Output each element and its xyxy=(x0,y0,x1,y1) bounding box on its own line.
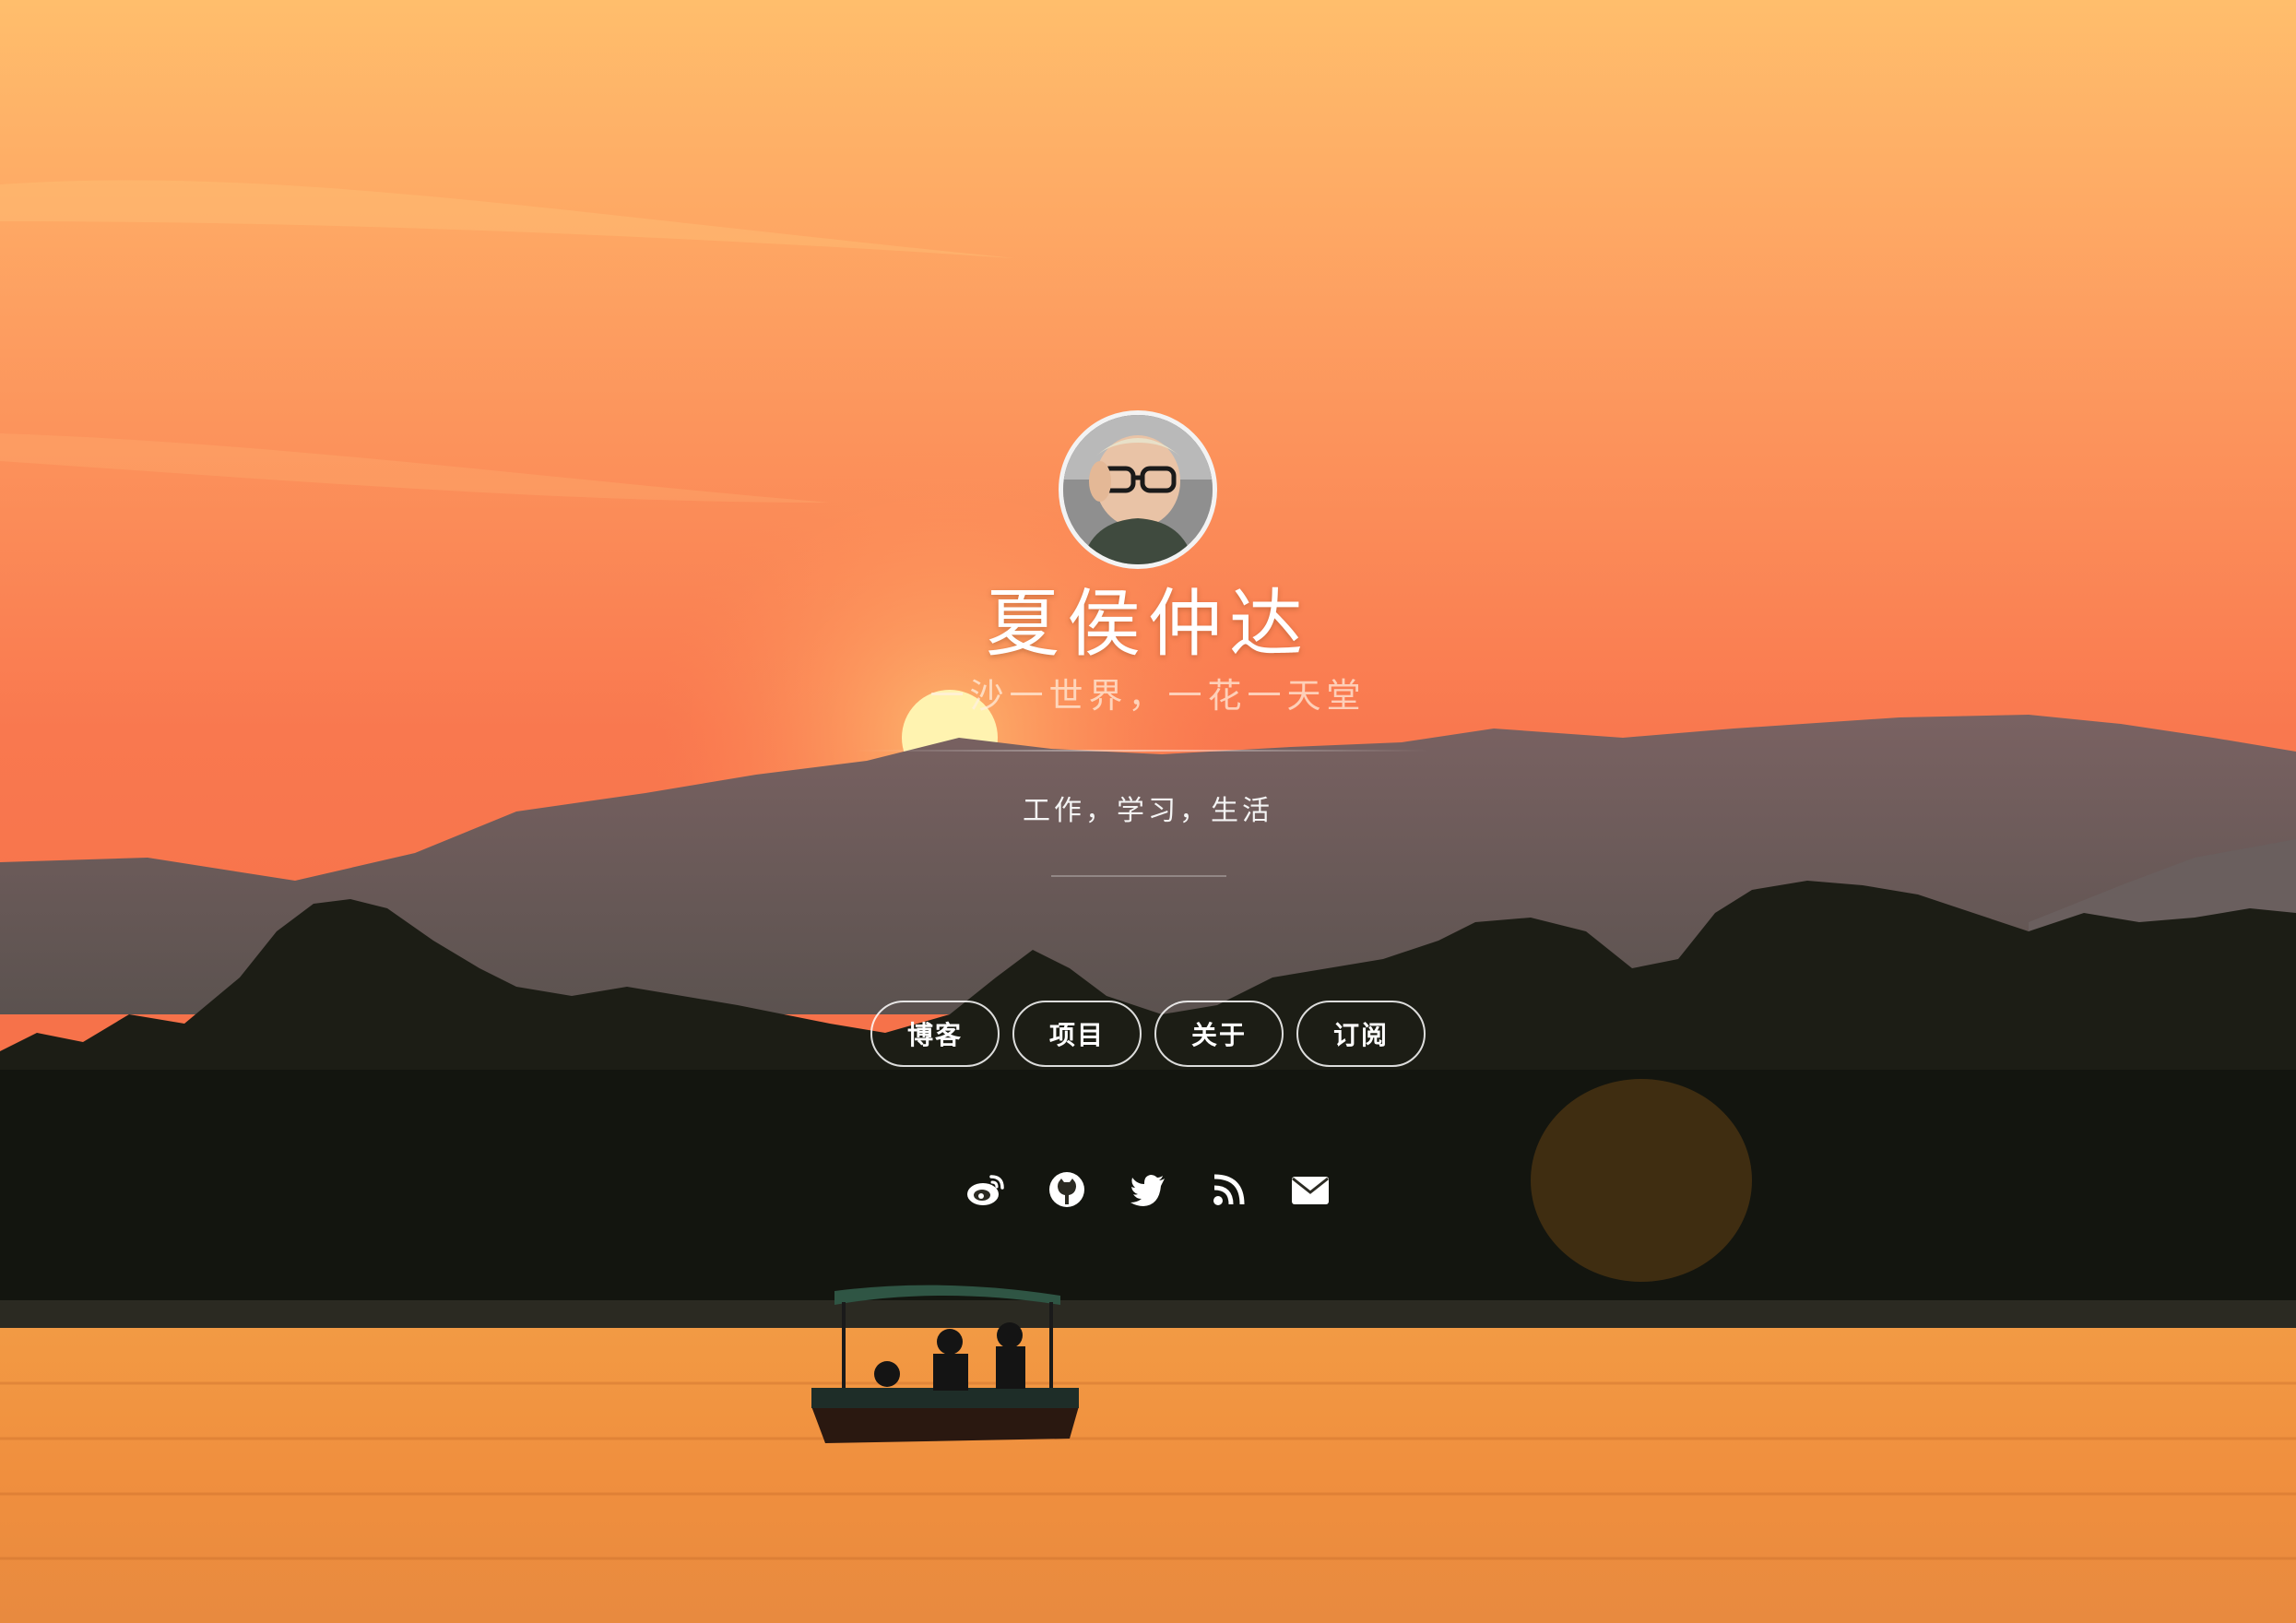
nav-subscribe-button[interactable]: 订阅 xyxy=(1296,1001,1426,1067)
weibo-icon[interactable] xyxy=(965,1169,1006,1210)
site-description: 工作，学习，生活 xyxy=(1023,795,1273,827)
divider xyxy=(853,750,1429,752)
social-links xyxy=(0,1169,2296,1210)
site-title: 夏侯仲达 xyxy=(986,581,1310,667)
profile-hero: 夏侯仲达 一沙一世界，一花一天堂 工作，学习，生活 博客 项目 关于 订阅 xyxy=(0,0,2296,1623)
nav-blog-button[interactable]: 博客 xyxy=(870,1001,1000,1067)
main-nav: 博客 项目 关于 订阅 xyxy=(0,1001,2296,1067)
rss-icon[interactable] xyxy=(1209,1169,1249,1210)
email-icon[interactable] xyxy=(1290,1169,1331,1210)
site-motto: 一沙一世界，一花一天堂 xyxy=(929,676,1367,716)
divider-short xyxy=(1051,875,1226,877)
nav-projects-button[interactable]: 项目 xyxy=(1012,1001,1142,1067)
twitter-icon[interactable] xyxy=(1128,1169,1168,1210)
github-icon[interactable] xyxy=(1047,1169,1087,1210)
nav-about-button[interactable]: 关于 xyxy=(1154,1001,1284,1067)
avatar[interactable] xyxy=(1059,410,1217,569)
